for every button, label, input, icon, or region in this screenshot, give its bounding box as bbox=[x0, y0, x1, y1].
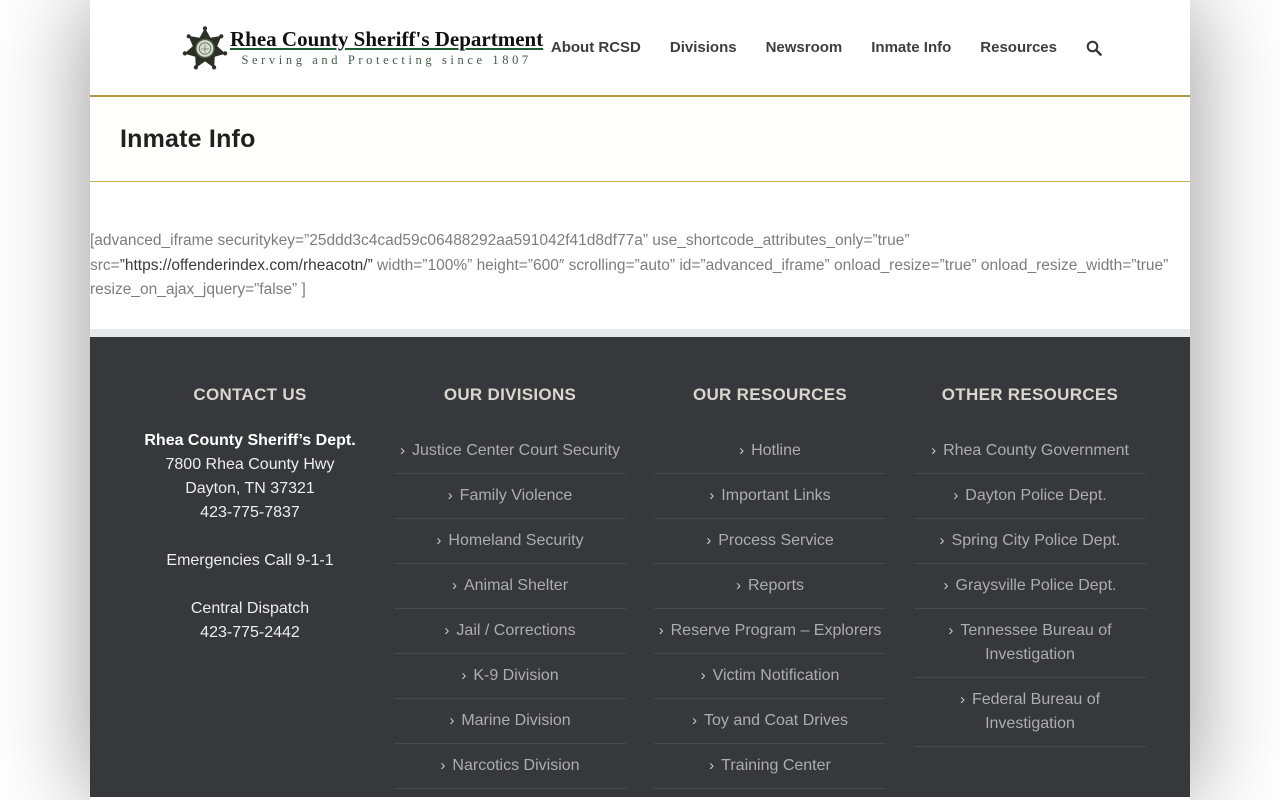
footer-link-hotline[interactable]: › Hotline bbox=[654, 429, 886, 474]
footer-link-graysville-police-dept[interactable]: › Graysville Police Dept. bbox=[914, 564, 1146, 609]
chevron-right-icon: › bbox=[461, 667, 467, 684]
footer-link-victim-notification[interactable]: › Victim Notification bbox=[654, 654, 886, 699]
chevron-right-icon: › bbox=[436, 532, 442, 549]
footer-link-reserve-program-explorers[interactable]: › Reserve Program – Explorers bbox=[654, 609, 886, 654]
chevron-right-icon: › bbox=[399, 442, 405, 459]
main-nav: About RCSD Divisions Newsroom Inmate Info Re… bbox=[551, 0, 1102, 96]
chevron-right-icon: › bbox=[948, 622, 954, 639]
chevron-right-icon: › bbox=[449, 712, 455, 729]
page-title-bar: Inmate Info bbox=[90, 97, 1190, 182]
contact-line: Rhea County Sheriff’s Dept. bbox=[144, 432, 356, 449]
contact-line: Dayton, TN 37321 bbox=[185, 480, 315, 497]
footer-link-important-links[interactable]: › Important Links bbox=[654, 474, 886, 519]
footer-link-marine-division[interactable]: › Marine Division bbox=[394, 699, 626, 744]
main-content: [advanced_iframe securitykey=”25ddd3c4ca… bbox=[90, 182, 1190, 329]
site-logo[interactable]: Rhea County Sheriff's Department Serving… bbox=[182, 25, 543, 71]
contact-line: Central Dispatch bbox=[190, 600, 310, 617]
site-tagline: Serving and Protecting since 1807 bbox=[241, 52, 532, 67]
contact-group: Central Dispatch 423-775-2442 bbox=[134, 597, 366, 645]
footer-link-list: › Justice Center Court Security › Family Vi… bbox=[394, 429, 626, 789]
contact-group: Rhea County Sheriff’s Dept. 7800 Rhea Cou… bbox=[134, 429, 366, 525]
pre-footer-strip bbox=[90, 329, 1190, 337]
footer-link-toy-and-coat-drives[interactable]: › Toy and Coat Drives bbox=[654, 699, 886, 744]
site-footer: CONTACT US Rhea County Sheriff’s Dept. 78… bbox=[90, 337, 1190, 797]
nav-item-inmate-info[interactable]: Inmate Info bbox=[871, 0, 951, 96]
chevron-right-icon: › bbox=[943, 577, 949, 594]
shortcode-url: ”https://offenderindex.com/rheacotn/” bbox=[119, 256, 373, 274]
chevron-right-icon: › bbox=[709, 757, 715, 774]
footer-column-other-resources: OTHER RESOURCES › Rhea County Government › D… bbox=[914, 385, 1146, 797]
contact-info: Rhea County Sheriff’s Dept. 7800 Rhea Cou… bbox=[134, 429, 366, 645]
footer-link-list: › Hotline › Important Links › Process Service… bbox=[654, 429, 886, 789]
footer-link-federal-bureau-of-investigation[interactable]: › Federal Bureau of Investigation bbox=[914, 678, 1146, 747]
footer-link-list: › Rhea County Government › Dayton Police De… bbox=[914, 429, 1146, 747]
footer-link-family-violence[interactable]: › Family Violence bbox=[394, 474, 626, 519]
contact-line: Emergencies Call 9-1-1 bbox=[166, 552, 334, 569]
chevron-right-icon: › bbox=[706, 532, 712, 549]
footer-link-reports[interactable]: › Reports bbox=[654, 564, 886, 609]
footer-link-k-9-division[interactable]: › K-9 Division bbox=[394, 654, 626, 699]
contact-line: 7800 Rhea County Hwy bbox=[165, 456, 335, 473]
page-container: Rhea County Sheriff's Department Serving… bbox=[90, 0, 1190, 800]
footer-heading: OUR DIVISIONS bbox=[443, 385, 577, 404]
footer-link-narcotics-division[interactable]: › Narcotics Division bbox=[394, 744, 626, 789]
footer-link-homeland-security[interactable]: › Homeland Security bbox=[394, 519, 626, 564]
search-icon[interactable] bbox=[1086, 40, 1102, 56]
contact-line: 423-775-2442 bbox=[200, 624, 300, 641]
footer-contact-column: CONTACT US Rhea County Sheriff’s Dept. 78… bbox=[134, 385, 366, 797]
nav-item-divisions[interactable]: Divisions bbox=[670, 0, 737, 96]
footer-heading-contact: CONTACT US bbox=[193, 385, 307, 404]
footer-link-jail-corrections[interactable]: › Jail / Corrections bbox=[394, 609, 626, 654]
chevron-right-icon: › bbox=[953, 487, 959, 504]
footer-link-training-center[interactable]: › Training Center bbox=[654, 744, 886, 789]
footer-heading: OUR RESOURCES bbox=[692, 385, 848, 404]
chevron-right-icon: › bbox=[959, 691, 965, 708]
nav-item-newsroom[interactable]: Newsroom bbox=[766, 0, 843, 96]
chevron-right-icon: › bbox=[931, 442, 937, 459]
page-title: Inmate Info bbox=[120, 124, 256, 153]
footer-column-our-divisions: OUR DIVISIONS › Justice Center Court Secur… bbox=[394, 385, 626, 797]
nav-item-resources[interactable]: Resources bbox=[980, 0, 1057, 96]
footer-link-tennessee-bureau-of-investigation[interactable]: › Tennessee Bureau of Investigation bbox=[914, 609, 1146, 678]
sheriff-star-badge-icon bbox=[182, 25, 228, 69]
footer-link-dayton-police-dept[interactable]: › Dayton Police Dept. bbox=[914, 474, 1146, 519]
shortcode-text: [advanced_iframe securitykey=”25ddd3c4ca… bbox=[90, 182, 1190, 303]
chevron-right-icon: › bbox=[444, 622, 450, 639]
chevron-right-icon: › bbox=[447, 487, 453, 504]
footer-heading: OTHER RESOURCES bbox=[941, 385, 1119, 404]
footer-link-justice-center-court-security[interactable]: › Justice Center Court Security bbox=[394, 429, 626, 474]
site-header: Rhea County Sheriff's Department Serving… bbox=[90, 0, 1190, 97]
nav-item-about-rcsd[interactable]: About RCSD bbox=[551, 0, 641, 96]
chevron-right-icon: › bbox=[939, 532, 945, 549]
site-title: Rhea County Sheriff's Department bbox=[230, 26, 544, 51]
contact-group: Emergencies Call 9-1-1 bbox=[134, 549, 366, 573]
footer-link-process-service[interactable]: › Process Service bbox=[654, 519, 886, 564]
chevron-right-icon: › bbox=[451, 577, 457, 594]
footer-column-our-resources: OUR RESOURCES › Hotline › Important Links › Pr… bbox=[654, 385, 886, 797]
footer-link-spring-city-police-dept[interactable]: › Spring City Police Dept. bbox=[914, 519, 1146, 564]
contact-line: 423-775-7837 bbox=[200, 504, 300, 521]
footer-link-rhea-county-government[interactable]: › Rhea County Government bbox=[914, 429, 1146, 474]
chevron-right-icon: › bbox=[691, 712, 697, 729]
chevron-right-icon: › bbox=[700, 667, 706, 684]
chevron-right-icon: › bbox=[440, 757, 446, 774]
chevron-right-icon: › bbox=[709, 487, 715, 504]
chevron-right-icon: › bbox=[739, 442, 745, 459]
nav-items: About RCSD Divisions Newsroom Inmate Info Re… bbox=[551, 0, 1057, 96]
chevron-right-icon: › bbox=[735, 577, 741, 594]
footer-link-animal-shelter[interactable]: › Animal Shelter bbox=[394, 564, 626, 609]
chevron-right-icon: › bbox=[658, 622, 664, 639]
